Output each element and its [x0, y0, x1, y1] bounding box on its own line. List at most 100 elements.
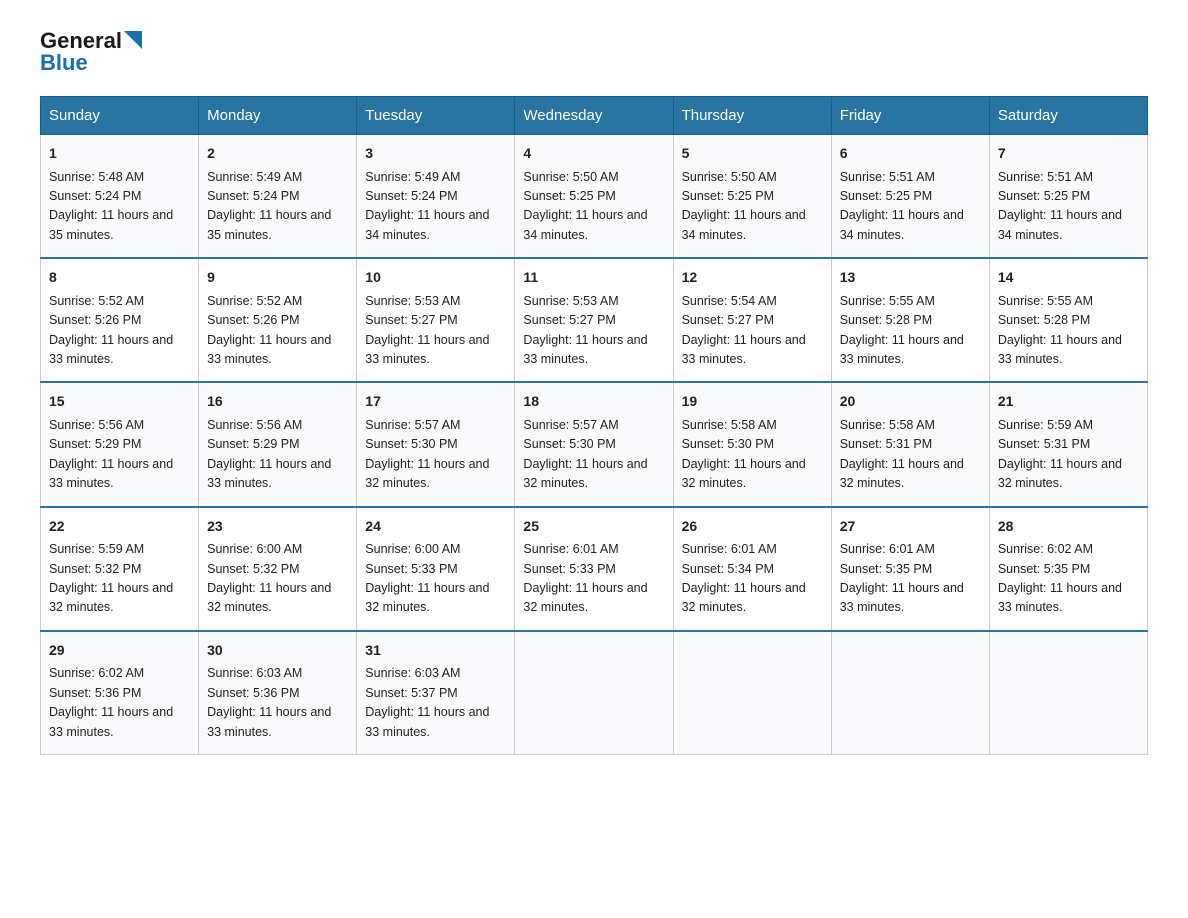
- weekday-header-row: SundayMondayTuesdayWednesdayThursdayFrid…: [41, 97, 1148, 135]
- calendar-week-row: 29Sunrise: 6:02 AMSunset: 5:36 PMDayligh…: [41, 631, 1148, 755]
- day-info: Sunrise: 5:52 AMSunset: 5:26 PMDaylight:…: [49, 294, 173, 366]
- day-number: 4: [523, 143, 664, 165]
- weekday-header-wednesday: Wednesday: [515, 97, 673, 135]
- day-info: Sunrise: 5:56 AMSunset: 5:29 PMDaylight:…: [207, 418, 331, 490]
- calendar-cell: 3 Sunrise: 5:49 AMSunset: 5:24 PMDaylight…: [357, 135, 515, 259]
- weekday-header-tuesday: Tuesday: [357, 97, 515, 135]
- day-number: 24: [365, 516, 506, 538]
- day-number: 19: [682, 391, 823, 413]
- calendar-cell: 21Sunrise: 5:59 AMSunset: 5:31 PMDayligh…: [989, 382, 1147, 506]
- day-info: Sunrise: 5:54 AMSunset: 5:27 PMDaylight:…: [682, 294, 806, 366]
- day-info: Sunrise: 5:51 AMSunset: 5:25 PMDaylight:…: [998, 170, 1122, 242]
- day-info: Sunrise: 5:55 AMSunset: 5:28 PMDaylight:…: [998, 294, 1122, 366]
- calendar-cell: 18 Sunrise: 5:57 AMSunset: 5:30 PMDayligh…: [515, 382, 673, 506]
- day-number: 25: [523, 516, 664, 538]
- calendar-cell: 26 Sunrise: 6:01 AMSunset: 5:34 PMDayligh…: [673, 507, 831, 631]
- day-number: 6: [840, 143, 981, 165]
- calendar-cell: 17Sunrise: 5:57 AMSunset: 5:30 PMDayligh…: [357, 382, 515, 506]
- calendar-cell: 30 Sunrise: 6:03 AMSunset: 5:36 PMDayligh…: [199, 631, 357, 755]
- calendar-cell: 6 Sunrise: 5:51 AMSunset: 5:25 PMDaylight…: [831, 135, 989, 259]
- day-number: 14: [998, 267, 1139, 289]
- calendar-cell: 4 Sunrise: 5:50 AMSunset: 5:25 PMDaylight…: [515, 135, 673, 259]
- day-info: Sunrise: 5:48 AMSunset: 5:24 PMDaylight:…: [49, 170, 173, 242]
- day-info: Sunrise: 5:57 AMSunset: 5:30 PMDaylight:…: [365, 418, 489, 490]
- calendar-cell: 5Sunrise: 5:50 AMSunset: 5:25 PMDaylight…: [673, 135, 831, 259]
- day-info: Sunrise: 5:49 AMSunset: 5:24 PMDaylight:…: [207, 170, 331, 242]
- calendar-cell: 1 Sunrise: 5:48 AMSunset: 5:24 PMDaylight…: [41, 135, 199, 259]
- day-info: Sunrise: 5:59 AMSunset: 5:32 PMDaylight:…: [49, 542, 173, 614]
- calendar-cell: 28 Sunrise: 6:02 AMSunset: 5:35 PMDayligh…: [989, 507, 1147, 631]
- weekday-header-sunday: Sunday: [41, 97, 199, 135]
- day-number: 29: [49, 640, 190, 662]
- calendar-cell: 8 Sunrise: 5:52 AMSunset: 5:26 PMDaylight…: [41, 258, 199, 382]
- day-number: 9: [207, 267, 348, 289]
- calendar-cell: 20Sunrise: 5:58 AMSunset: 5:31 PMDayligh…: [831, 382, 989, 506]
- day-info: Sunrise: 6:00 AMSunset: 5:33 PMDaylight:…: [365, 542, 489, 614]
- day-info: Sunrise: 5:55 AMSunset: 5:28 PMDaylight:…: [840, 294, 964, 366]
- weekday-header-thursday: Thursday: [673, 97, 831, 135]
- day-info: Sunrise: 6:00 AMSunset: 5:32 PMDaylight:…: [207, 542, 331, 614]
- day-number: 13: [840, 267, 981, 289]
- calendar-cell: 14 Sunrise: 5:55 AMSunset: 5:28 PMDayligh…: [989, 258, 1147, 382]
- day-number: 27: [840, 516, 981, 538]
- day-info: Sunrise: 5:58 AMSunset: 5:30 PMDaylight:…: [682, 418, 806, 490]
- day-number: 3: [365, 143, 506, 165]
- day-info: Sunrise: 5:57 AMSunset: 5:30 PMDaylight:…: [523, 418, 647, 490]
- calendar-cell: 15Sunrise: 5:56 AMSunset: 5:29 PMDayligh…: [41, 382, 199, 506]
- day-info: Sunrise: 6:01 AMSunset: 5:34 PMDaylight:…: [682, 542, 806, 614]
- day-number: 8: [49, 267, 190, 289]
- logo-arrow-icon: [124, 31, 142, 49]
- day-info: Sunrise: 6:03 AMSunset: 5:36 PMDaylight:…: [207, 666, 331, 738]
- day-info: Sunrise: 5:53 AMSunset: 5:27 PMDaylight:…: [523, 294, 647, 366]
- day-info: Sunrise: 6:03 AMSunset: 5:37 PMDaylight:…: [365, 666, 489, 738]
- calendar-cell: 24 Sunrise: 6:00 AMSunset: 5:33 PMDayligh…: [357, 507, 515, 631]
- calendar-cell: 22Sunrise: 5:59 AMSunset: 5:32 PMDayligh…: [41, 507, 199, 631]
- day-info: Sunrise: 5:49 AMSunset: 5:24 PMDaylight:…: [365, 170, 489, 242]
- day-number: 1: [49, 143, 190, 165]
- logo: General Blue: [40, 30, 142, 76]
- calendar-cell: [673, 631, 831, 755]
- calendar-cell: 27 Sunrise: 6:01 AMSunset: 5:35 PMDayligh…: [831, 507, 989, 631]
- weekday-header-monday: Monday: [199, 97, 357, 135]
- day-number: 15: [49, 391, 190, 413]
- calendar-cell: 2 Sunrise: 5:49 AMSunset: 5:24 PMDaylight…: [199, 135, 357, 259]
- day-info: Sunrise: 5:51 AMSunset: 5:25 PMDaylight:…: [840, 170, 964, 242]
- day-info: Sunrise: 5:59 AMSunset: 5:31 PMDaylight:…: [998, 418, 1122, 490]
- day-info: Sunrise: 5:50 AMSunset: 5:25 PMDaylight:…: [682, 170, 806, 242]
- calendar-cell: 10Sunrise: 5:53 AMSunset: 5:27 PMDayligh…: [357, 258, 515, 382]
- calendar-cell: 16Sunrise: 5:56 AMSunset: 5:29 PMDayligh…: [199, 382, 357, 506]
- calendar-week-row: 22Sunrise: 5:59 AMSunset: 5:32 PMDayligh…: [41, 507, 1148, 631]
- day-number: 11: [523, 267, 664, 289]
- day-number: 7: [998, 143, 1139, 165]
- weekday-header-friday: Friday: [831, 97, 989, 135]
- day-number: 20: [840, 391, 981, 413]
- calendar-cell: 11 Sunrise: 5:53 AMSunset: 5:27 PMDayligh…: [515, 258, 673, 382]
- calendar-table: SundayMondayTuesdayWednesdayThursdayFrid…: [40, 96, 1148, 755]
- day-info: Sunrise: 6:01 AMSunset: 5:33 PMDaylight:…: [523, 542, 647, 614]
- day-number: 26: [682, 516, 823, 538]
- calendar-cell: [515, 631, 673, 755]
- day-info: Sunrise: 5:52 AMSunset: 5:26 PMDaylight:…: [207, 294, 331, 366]
- page-header: General Blue: [40, 30, 1148, 76]
- day-info: Sunrise: 6:01 AMSunset: 5:35 PMDaylight:…: [840, 542, 964, 614]
- day-number: 31: [365, 640, 506, 662]
- logo-general: General: [40, 30, 122, 52]
- day-info: Sunrise: 6:02 AMSunset: 5:35 PMDaylight:…: [998, 542, 1122, 614]
- day-number: 23: [207, 516, 348, 538]
- calendar-cell: 23 Sunrise: 6:00 AMSunset: 5:32 PMDayligh…: [199, 507, 357, 631]
- calendar-cell: 7 Sunrise: 5:51 AMSunset: 5:25 PMDaylight…: [989, 135, 1147, 259]
- calendar-cell: 19 Sunrise: 5:58 AMSunset: 5:30 PMDayligh…: [673, 382, 831, 506]
- calendar-cell: 9 Sunrise: 5:52 AMSunset: 5:26 PMDaylight…: [199, 258, 357, 382]
- day-info: Sunrise: 5:50 AMSunset: 5:25 PMDaylight:…: [523, 170, 647, 242]
- calendar-cell: 29Sunrise: 6:02 AMSunset: 5:36 PMDayligh…: [41, 631, 199, 755]
- day-number: 28: [998, 516, 1139, 538]
- day-number: 18: [523, 391, 664, 413]
- calendar-cell: 25 Sunrise: 6:01 AMSunset: 5:33 PMDayligh…: [515, 507, 673, 631]
- day-info: Sunrise: 5:53 AMSunset: 5:27 PMDaylight:…: [365, 294, 489, 366]
- day-number: 2: [207, 143, 348, 165]
- weekday-header-saturday: Saturday: [989, 97, 1147, 135]
- logo-blue: Blue: [40, 50, 88, 76]
- day-number: 30: [207, 640, 348, 662]
- calendar-week-row: 1 Sunrise: 5:48 AMSunset: 5:24 PMDaylight…: [41, 135, 1148, 259]
- calendar-cell: 12Sunrise: 5:54 AMSunset: 5:27 PMDayligh…: [673, 258, 831, 382]
